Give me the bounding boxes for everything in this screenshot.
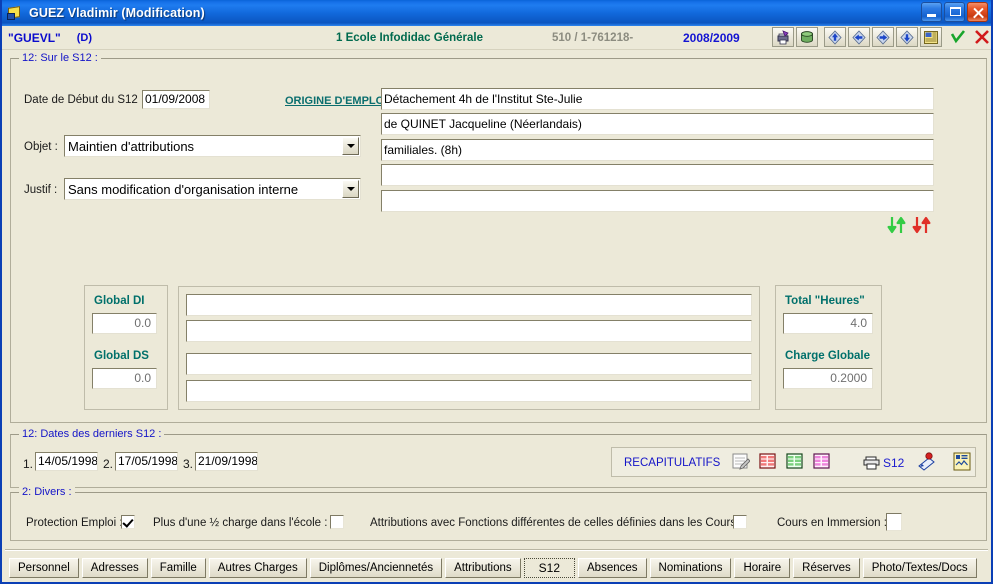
plus-demi-charge-checkbox[interactable] — [330, 515, 344, 529]
groupbox-dates-legend: 12: Dates des derniers S12 : — [19, 428, 164, 440]
global-ds-value: 0.0 — [92, 368, 157, 389]
objet-chevron-down-icon[interactable] — [342, 137, 359, 155]
record-flag: (D) — [77, 32, 92, 44]
nav-first-icon[interactable] — [824, 27, 846, 47]
global-di-value: 0.0 — [92, 313, 157, 334]
memo-line-5[interactable] — [381, 190, 934, 212]
attributions-fonctions-checkbox[interactable] — [733, 515, 747, 529]
nav-last-icon[interactable] — [896, 27, 918, 47]
record-code: "GUEVL" — [8, 31, 61, 45]
center-line-4[interactable] — [186, 380, 752, 402]
application-window: GUEZ Vladimir (Modification) "GUEVL" (D)… — [0, 0, 993, 584]
center-line-1[interactable] — [186, 294, 752, 316]
record-header-bar: "GUEVL" (D) 1 Ecole Infodidac Générale 5… — [2, 26, 991, 50]
print-s12-label[interactable]: S12 — [883, 456, 904, 470]
tab-nominations[interactable]: Nominations — [650, 558, 732, 578]
signature-icon[interactable] — [917, 452, 937, 472]
tab-personnel[interactable]: Personnel — [9, 558, 79, 578]
edit-grid-icon[interactable] — [732, 453, 750, 471]
plus-demi-charge-label: Plus d'une ½ charge dans l'école : — [153, 517, 327, 529]
justif-label: Justif : — [24, 184, 57, 196]
tab-diplomes-anciennetes[interactable]: Diplômes/Anciennetés — [310, 558, 442, 578]
date-s12-input-1[interactable]: 14/05/1998 — [35, 452, 98, 471]
title-bar: GUEZ Vladimir (Modification) — [2, 0, 991, 26]
window-title: GUEZ Vladimir (Modification) — [29, 6, 205, 20]
center-line-2[interactable] — [186, 320, 752, 342]
groupbox-divers-legend: 2: Divers : — [19, 486, 75, 498]
move-down-up-red-icon[interactable] — [911, 215, 933, 235]
date-s12-input-3[interactable]: 21/09/1998 — [195, 452, 258, 471]
memo-line-1[interactable]: Détachement 4h de l'Institut Ste-Julie — [381, 88, 934, 110]
date-s12-input-2[interactable]: 17/05/1998 — [115, 452, 178, 471]
memo-line-4[interactable] — [381, 164, 934, 186]
cancel-icon[interactable] — [971, 27, 993, 47]
attributions-fonctions-label: Attributions avec Fonctions différentes … — [370, 517, 742, 529]
tab-photo-textes-docs[interactable]: Photo/Textes/Docs — [863, 558, 977, 578]
memo-line-3[interactable]: familiales. (8h) — [381, 139, 934, 161]
tab-autres-charges[interactable]: Autres Charges — [209, 558, 307, 578]
nav-next-icon[interactable] — [872, 27, 894, 47]
date-s12-num-2: 2. — [103, 457, 113, 471]
notes-icon[interactable] — [920, 27, 942, 47]
objet-label: Objet : — [24, 141, 58, 153]
memo-line-2[interactable]: de QUINET Jacqueline (Néerlandais) — [381, 113, 934, 135]
protection-emploi-checkbox[interactable] — [121, 515, 135, 529]
charge-globale-value: 0.2000 — [783, 368, 873, 389]
header-toolbar — [772, 27, 993, 47]
nav-prev-icon[interactable] — [848, 27, 870, 47]
groupbox-sur-le-s12-legend: 12: Sur le S12 : — [19, 52, 101, 64]
global-ds-label: Global DS — [94, 350, 149, 362]
record-reference: 510 / 1-761218- — [552, 32, 633, 44]
close-button[interactable] — [967, 2, 988, 22]
total-heures-label: Total "Heures" — [785, 295, 865, 307]
grid-red-icon[interactable] — [759, 453, 777, 471]
global-di-label: Global DI — [94, 295, 144, 307]
tab-strip: Personnel Adresses Famille Autres Charge… — [4, 558, 989, 580]
total-heures-value: 4.0 — [783, 313, 873, 334]
tab-attributions[interactable]: Attributions — [445, 558, 521, 578]
grid-magenta-icon[interactable] — [813, 453, 831, 471]
tab-horaire[interactable]: Horaire — [734, 558, 790, 578]
app-icon — [6, 4, 24, 22]
date-debut-label: Date de Début du S12 : — [24, 94, 144, 106]
cours-immersion-checkbox[interactable] — [886, 513, 902, 531]
report-icon[interactable] — [952, 452, 972, 472]
date-debut-input[interactable]: 01/09/2008 — [142, 90, 210, 109]
date-s12-num-1: 1. — [23, 457, 33, 471]
objet-combobox[interactable]: Maintien d'attributions — [64, 135, 361, 157]
printer-icon[interactable] — [862, 453, 880, 471]
justif-value: Sans modification d'organisation interne — [68, 182, 298, 197]
tab-adresses[interactable]: Adresses — [82, 558, 148, 578]
validate-icon[interactable] — [947, 27, 969, 47]
cours-immersion-label: Cours en Immersion : — [777, 517, 887, 529]
grid-green-icon[interactable] — [786, 453, 804, 471]
tab-absences[interactable]: Absences — [578, 558, 647, 578]
justif-chevron-down-icon[interactable] — [342, 180, 359, 198]
move-down-up-green-icon[interactable] — [886, 215, 908, 235]
tab-s12[interactable]: S12 — [524, 558, 575, 578]
school-name: 1 Ecole Infodidac Générale — [336, 32, 483, 44]
justif-combobox[interactable]: Sans modification d'organisation interne — [64, 178, 361, 200]
date-s12-num-3: 3. — [183, 457, 193, 471]
origine-emploi-link[interactable]: ORIGINE D'EMPLOI — [285, 95, 387, 107]
maximize-button[interactable] — [944, 2, 965, 22]
database-icon[interactable] — [796, 27, 818, 47]
minimize-button[interactable] — [921, 2, 942, 22]
objet-value: Maintien d'attributions — [68, 139, 194, 154]
tab-reserves[interactable]: Réserves — [793, 558, 860, 578]
tab-famille[interactable]: Famille — [151, 558, 206, 578]
school-year: 2008/2009 — [683, 31, 740, 45]
tabs-divider — [5, 549, 988, 551]
charge-globale-label: Charge Globale — [785, 350, 870, 362]
recapitulatifs-label: RECAPITULATIFS — [624, 457, 720, 469]
print-preview-icon[interactable] — [772, 27, 794, 47]
center-line-3[interactable] — [186, 353, 752, 375]
protection-emploi-label: Protection Emploi : — [26, 517, 123, 529]
window-controls — [921, 2, 988, 22]
